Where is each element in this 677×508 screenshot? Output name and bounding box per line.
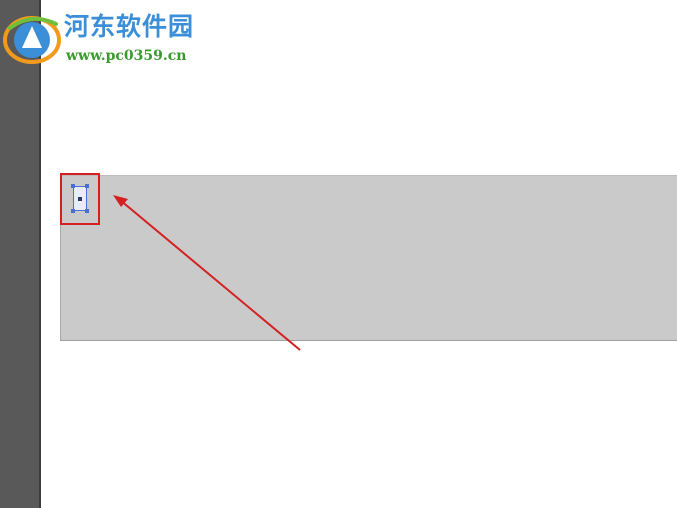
watermark: 河东软件园 www.pc0359.cn <box>2 8 232 70</box>
pc0359-logo-icon <box>3 16 61 64</box>
annotation-highlight-box <box>60 173 100 225</box>
watermark-title: 河东软件园 <box>64 12 195 41</box>
artboard[interactable] <box>60 175 677 341</box>
watermark-url: www.pc0359.cn <box>66 48 187 64</box>
left-tools-panel <box>0 0 41 508</box>
